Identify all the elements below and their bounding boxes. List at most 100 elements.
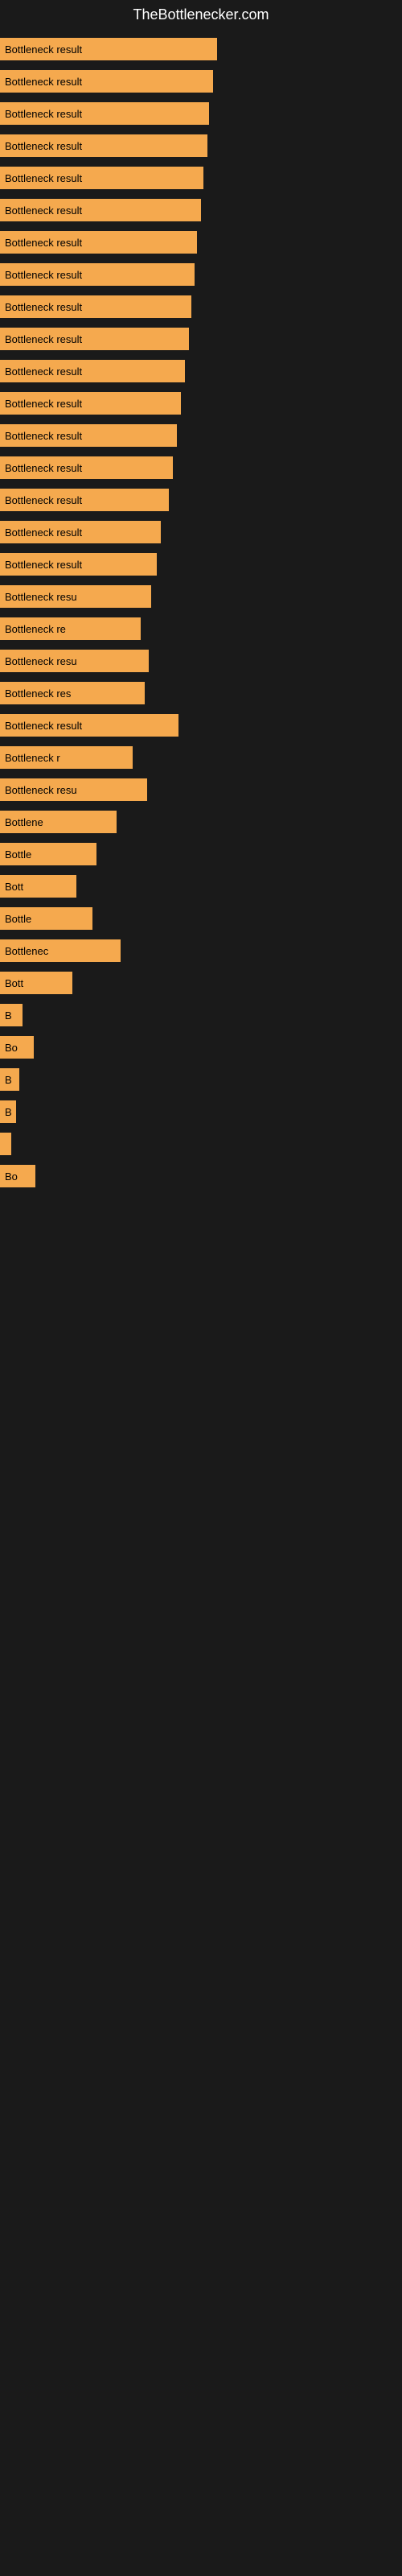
bar-label-5: Bottleneck result — [5, 204, 82, 217]
bar-34 — [0, 1133, 11, 1155]
bar-label-12: Bottleneck result — [5, 430, 82, 442]
bar-6: Bottleneck result — [0, 231, 197, 254]
bar-row: Bottleneck result — [0, 550, 402, 579]
bar-26: Bott — [0, 875, 76, 898]
bar-row: Bottleneck result — [0, 99, 402, 128]
bar-label-3: Bottleneck result — [5, 140, 82, 152]
bar-row: Bottlenec — [0, 936, 402, 965]
bar-label-19: Bottleneck resu — [5, 655, 77, 667]
bar-label-7: Bottleneck result — [5, 269, 82, 281]
bar-row: B — [0, 1097, 402, 1126]
bar-label-13: Bottleneck result — [5, 462, 82, 474]
bar-0: Bottleneck result — [0, 38, 217, 60]
bar-31: Bo — [0, 1036, 34, 1059]
bar-row: B — [0, 1001, 402, 1030]
bar-label-22: Bottleneck r — [5, 752, 60, 764]
bar-13: Bottleneck result — [0, 456, 173, 479]
bar-label-18: Bottleneck re — [5, 623, 66, 635]
bar-label-15: Bottleneck result — [5, 526, 82, 539]
bar-33: B — [0, 1100, 16, 1123]
bar-label-35: Bo — [5, 1170, 18, 1183]
bar-2: Bottleneck result — [0, 102, 209, 125]
bar-17: Bottleneck resu — [0, 585, 151, 608]
bar-label-28: Bottlenec — [5, 945, 48, 957]
bars-container: Bottleneck result Bottleneck result Bottle… — [0, 27, 402, 1202]
bar-row: Bottleneck result — [0, 35, 402, 64]
bar-label-21: Bottleneck result — [5, 720, 82, 732]
bar-label-1: Bottleneck result — [5, 76, 82, 88]
bar-row: Bottleneck result — [0, 131, 402, 160]
bar-label-30: B — [5, 1009, 12, 1022]
bar-5: Bottleneck result — [0, 199, 201, 221]
bar-label-2: Bottleneck result — [5, 108, 82, 120]
bar-row — [0, 1129, 402, 1158]
bar-10: Bottleneck result — [0, 360, 185, 382]
bar-row: Bo — [0, 1033, 402, 1062]
bar-row: Bott — [0, 968, 402, 997]
bar-label-26: Bott — [5, 881, 23, 893]
bar-9: Bottleneck result — [0, 328, 189, 350]
bar-20: Bottleneck res — [0, 682, 145, 704]
bar-12: Bottleneck result — [0, 424, 177, 447]
bar-label-24: Bottlene — [5, 816, 43, 828]
bar-row: Bottlene — [0, 807, 402, 836]
bar-1: Bottleneck result — [0, 70, 213, 93]
bar-29: Bott — [0, 972, 72, 994]
bar-row: Bo — [0, 1162, 402, 1191]
bar-label-29: Bott — [5, 977, 23, 989]
bar-label-27: Bottle — [5, 913, 31, 925]
bar-row: Bottleneck result — [0, 421, 402, 450]
bar-23: Bottleneck resu — [0, 778, 147, 801]
bar-row: Bottle — [0, 904, 402, 933]
bar-row: Bottleneck result — [0, 163, 402, 192]
bar-label-17: Bottleneck resu — [5, 591, 77, 603]
bar-25: Bottle — [0, 843, 96, 865]
bar-32: B — [0, 1068, 19, 1091]
bar-row: Bottleneck result — [0, 453, 402, 482]
bar-label-14: Bottleneck result — [5, 494, 82, 506]
bar-row: Bottleneck r — [0, 743, 402, 772]
bar-row: Bottleneck result — [0, 292, 402, 321]
site-title: TheBottlenecker.com — [0, 0, 402, 27]
bar-label-8: Bottleneck result — [5, 301, 82, 313]
bar-row: Bottleneck result — [0, 228, 402, 257]
bar-row: Bottleneck result — [0, 67, 402, 96]
bar-35: Bo — [0, 1165, 35, 1187]
bar-14: Bottleneck result — [0, 489, 169, 511]
bar-row: Bottleneck result — [0, 389, 402, 418]
bar-8: Bottleneck result — [0, 295, 191, 318]
bar-label-20: Bottleneck res — [5, 687, 71, 700]
bar-label-11: Bottleneck result — [5, 398, 82, 410]
bar-row: B — [0, 1065, 402, 1094]
bar-21: Bottleneck result — [0, 714, 178, 737]
bar-27: Bottle — [0, 907, 92, 930]
bar-label-10: Bottleneck result — [5, 365, 82, 378]
bar-row: Bottle — [0, 840, 402, 869]
bar-row: Bottleneck result — [0, 196, 402, 225]
bar-row: Bottleneck resu — [0, 582, 402, 611]
bar-22: Bottleneck r — [0, 746, 133, 769]
bar-label-4: Bottleneck result — [5, 172, 82, 184]
bar-row: Bottleneck result — [0, 324, 402, 353]
bar-label-31: Bo — [5, 1042, 18, 1054]
bar-7: Bottleneck result — [0, 263, 195, 286]
bar-11: Bottleneck result — [0, 392, 181, 415]
bar-label-23: Bottleneck resu — [5, 784, 77, 796]
bar-30: B — [0, 1004, 23, 1026]
bar-4: Bottleneck result — [0, 167, 203, 189]
bar-label-32: B — [5, 1074, 12, 1086]
bar-3: Bottleneck result — [0, 134, 207, 157]
bar-15: Bottleneck result — [0, 521, 161, 543]
bar-row: Bottleneck result — [0, 485, 402, 514]
site-title-container: TheBottlenecker.com — [0, 0, 402, 27]
bar-row: Bottleneck res — [0, 679, 402, 708]
bar-row: Bottleneck result — [0, 711, 402, 740]
bar-16: Bottleneck result — [0, 553, 157, 576]
bar-28: Bottlenec — [0, 939, 121, 962]
bar-row: Bott — [0, 872, 402, 901]
bar-row: Bottleneck result — [0, 518, 402, 547]
bar-24: Bottlene — [0, 811, 117, 833]
bar-label-0: Bottleneck result — [5, 43, 82, 56]
bar-row: Bottleneck result — [0, 260, 402, 289]
bar-row: Bottleneck resu — [0, 775, 402, 804]
